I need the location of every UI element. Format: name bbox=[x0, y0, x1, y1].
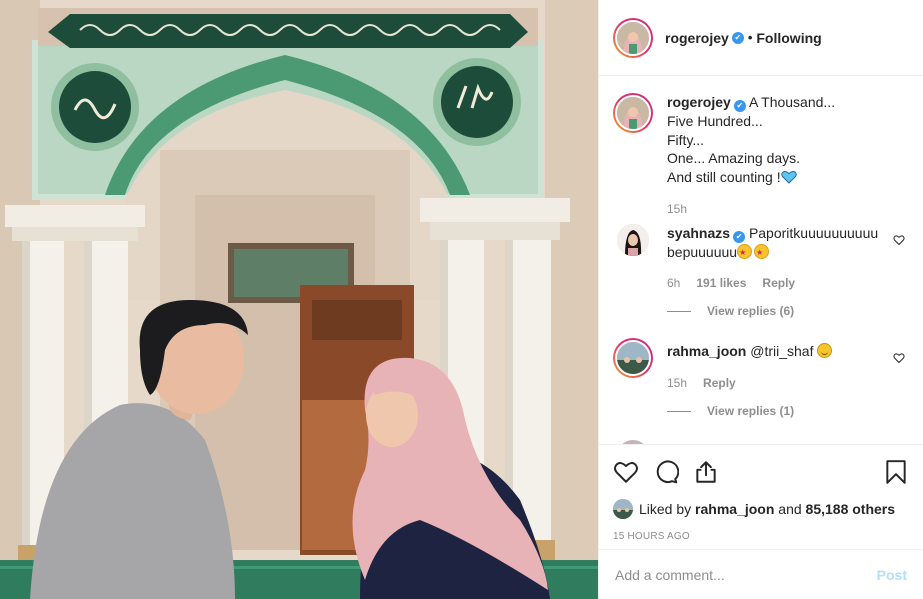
star-struck-emoji-icon bbox=[737, 244, 753, 262]
caption-line: And still counting ! bbox=[667, 168, 781, 185]
verified-badge-icon: ✔ bbox=[733, 231, 746, 243]
comment-text[interactable]: @trii_shaf bbox=[750, 343, 813, 359]
likes-summary: Liked by rahma_joon and 85,188 others bbox=[613, 499, 909, 519]
verified-badge-icon: ✔ bbox=[733, 100, 746, 112]
post-photo bbox=[0, 0, 598, 599]
view-replies-line bbox=[667, 410, 691, 412]
following-button[interactable]: Following bbox=[756, 30, 821, 46]
comment-likes[interactable]: 191 likes bbox=[696, 274, 746, 292]
star-struck-emoji-icon bbox=[754, 244, 770, 262]
heart-icon[interactable] bbox=[613, 459, 639, 485]
author-avatar-image bbox=[617, 21, 649, 54]
post-photo-illustration bbox=[0, 0, 598, 599]
add-comment-input[interactable] bbox=[615, 566, 877, 583]
commenter-avatar[interactable] bbox=[613, 338, 653, 378]
likes-connector: and bbox=[778, 501, 802, 517]
comment-icon[interactable] bbox=[653, 459, 679, 485]
likes-prefix: Liked by bbox=[639, 501, 692, 517]
comment-time[interactable]: 15h bbox=[667, 374, 687, 392]
bookmark-icon[interactable] bbox=[883, 459, 909, 485]
caption: rogerojey ✔ A Thousand... Five Hundred...… bbox=[613, 93, 907, 218]
caption-line: A Thousand... bbox=[748, 94, 836, 110]
add-comment-bar: Post bbox=[599, 549, 923, 599]
view-replies-label: View replies (6) bbox=[707, 304, 795, 318]
caption-username[interactable]: rogerojey bbox=[667, 94, 731, 110]
commenter-avatar-image bbox=[617, 342, 649, 374]
caption-line: Fifty... bbox=[667, 131, 705, 148]
view-replies-label: View replies (1) bbox=[707, 404, 795, 418]
view-replies-button[interactable]: View replies (1) bbox=[667, 402, 907, 420]
caption-author-avatar[interactable] bbox=[613, 93, 653, 133]
verified-badge-icon: ✔ bbox=[731, 31, 744, 44]
likes-others[interactable]: 85,188 others bbox=[806, 501, 896, 517]
post-actions: Liked by rahma_joon and 85,188 others 15… bbox=[599, 444, 923, 542]
commenter-avatar-image bbox=[617, 224, 649, 256]
likes-user[interactable]: rahma_joon bbox=[695, 501, 774, 517]
comment-item: syahnazs✔ Paporitkuuuuuuuuuu bepuuuuuu 6… bbox=[613, 224, 907, 320]
author-username[interactable]: rogerojey bbox=[665, 30, 729, 46]
blue-heart-emoji-icon bbox=[780, 170, 797, 184]
commenter-avatar[interactable] bbox=[617, 224, 649, 256]
action-icons bbox=[613, 457, 909, 487]
author-avatar[interactable] bbox=[613, 17, 653, 58]
comment-time[interactable]: 6h bbox=[667, 274, 680, 292]
post-comment-button[interactable]: Post bbox=[877, 567, 907, 583]
view-replies-button[interactable]: View replies (6) bbox=[667, 302, 907, 320]
caption-avatar-image bbox=[617, 97, 649, 129]
liker-avatar-image bbox=[613, 499, 633, 519]
post-header: rogerojey ✔ • Following bbox=[599, 0, 923, 76]
caption-line: Five Hundred... bbox=[667, 113, 763, 129]
separator-dot: • bbox=[747, 30, 753, 45]
share-icon[interactable] bbox=[693, 459, 719, 485]
view-replies-line bbox=[667, 310, 691, 312]
post-timestamp[interactable]: 15 HOURS AGO bbox=[613, 531, 909, 542]
caption-line: One... Amazing days. bbox=[667, 150, 801, 166]
comment-like-heart-icon[interactable] bbox=[893, 234, 905, 246]
liker-avatar[interactable] bbox=[613, 499, 633, 519]
comment-username[interactable]: rahma_joon bbox=[667, 343, 746, 359]
reply-button[interactable]: Reply bbox=[762, 274, 795, 292]
smiling-emoji-icon bbox=[817, 343, 833, 358]
comment-item: rahma_joon @trii_shaf 15h Reply View rep… bbox=[613, 338, 907, 420]
caption-time[interactable]: 15h bbox=[667, 200, 687, 218]
comments-list[interactable]: rogerojey ✔ A Thousand... Five Hundred...… bbox=[599, 77, 923, 444]
post-detail-panel: rogerojey ✔ • Following rogerojey ✔ A Th… bbox=[598, 0, 923, 599]
comment-username[interactable]: syahnazs bbox=[667, 225, 730, 241]
reply-button[interactable]: Reply bbox=[703, 374, 736, 392]
comment-like-heart-icon[interactable] bbox=[893, 352, 905, 364]
